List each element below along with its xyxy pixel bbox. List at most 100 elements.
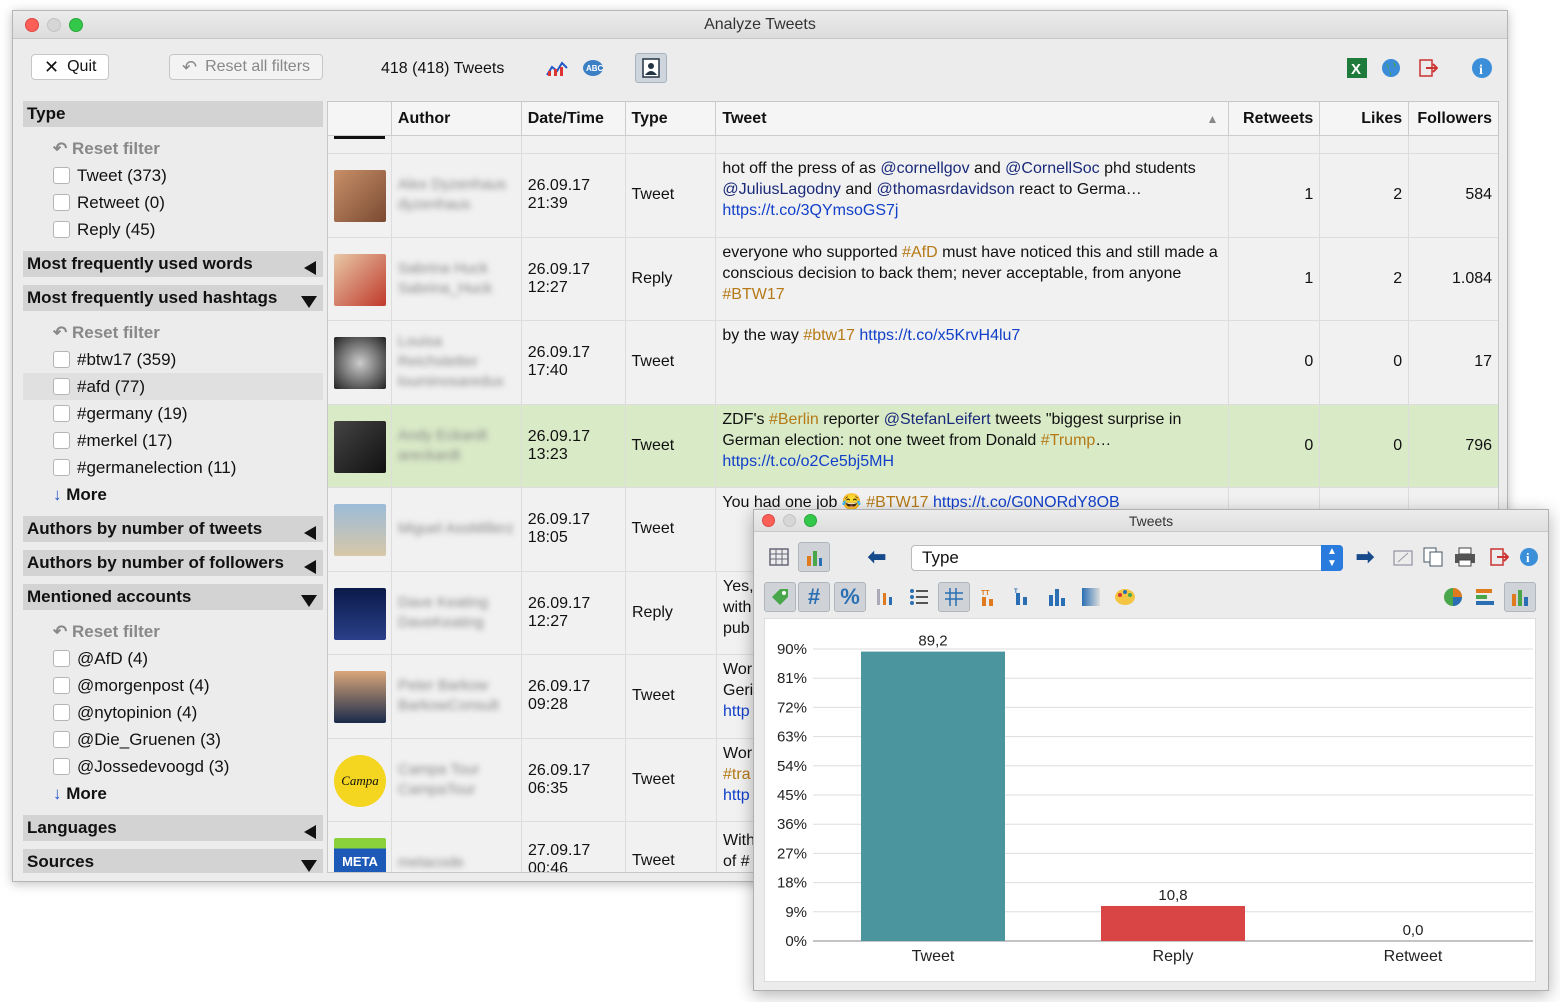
filter-item[interactable]: #btw17 (359) — [23, 346, 323, 373]
filter-item[interactable]: Reply (45) — [23, 216, 323, 243]
section-authors-followers-header[interactable]: Authors by number of followers — [23, 550, 323, 576]
axis-labels-icon[interactable]: T — [1010, 584, 1036, 610]
checkbox[interactable] — [53, 194, 70, 211]
counts-toggle-icon[interactable]: # — [798, 582, 830, 612]
column-header-type[interactable]: Type — [626, 102, 717, 135]
table-row[interactable]: Alex Dyzenhaus dyzenhaus 26.09.17 21:39 T… — [328, 154, 1498, 238]
column-header-datetime[interactable]: Date/Time — [522, 102, 626, 135]
zoom-window-button[interactable] — [69, 18, 83, 32]
reset-hashtags-filter[interactable]: ↶ Reset filter — [23, 319, 323, 346]
checkbox[interactable] — [53, 405, 70, 422]
column-header-followers[interactable]: Followers — [1409, 102, 1498, 135]
hashtag-link[interactable]: #btw17 — [803, 327, 855, 344]
checkbox[interactable] — [53, 432, 70, 449]
filter-item[interactable]: @Die_Gruenen (3) — [23, 726, 323, 753]
filter-item[interactable]: @nytopinion (4) — [23, 699, 323, 726]
filter-item[interactable]: #afd (77) — [23, 373, 323, 400]
percent-toggle-icon[interactable]: % — [834, 582, 866, 612]
table-view-icon[interactable] — [766, 544, 792, 570]
value-labels-icon[interactable]: TT — [976, 584, 1002, 610]
checkbox[interactable] — [53, 378, 70, 395]
info-icon[interactable]: i — [1516, 544, 1542, 570]
grid-toggle-icon[interactable] — [938, 582, 970, 612]
horizontal-bars-icon[interactable] — [1472, 584, 1498, 610]
checkbox[interactable] — [53, 704, 70, 721]
checkbox[interactable] — [53, 167, 70, 184]
export-icon[interactable] — [1486, 544, 1512, 570]
sort-bars-icon[interactable] — [872, 584, 898, 610]
hashtag-link[interactable]: #Berlin — [769, 411, 819, 428]
section-languages-header[interactable]: Languages — [23, 815, 323, 841]
export-icon[interactable] — [1416, 56, 1440, 80]
zoom-window-button[interactable] — [804, 514, 817, 527]
url-link[interactable]: https://t.co/o2Ce5bj5MH — [722, 453, 894, 470]
section-mentioned-header[interactable]: Mentioned accounts — [23, 584, 323, 610]
filter-item[interactable]: #merkel (17) — [23, 427, 323, 454]
more-hashtags-link[interactable]: ↓ More — [23, 481, 323, 508]
column-header-likes[interactable]: Likes — [1320, 102, 1410, 135]
checkbox[interactable] — [53, 459, 70, 476]
minimize-window-button[interactable] — [783, 514, 796, 527]
mention-link[interactable]: @JuliusLagodny — [722, 181, 841, 198]
copy-icon[interactable] — [1420, 544, 1446, 570]
filter-item[interactable]: #germany (19) — [23, 400, 323, 427]
hashtag-link[interactable]: #AfD — [902, 244, 938, 261]
wordcloud-icon[interactable]: ABC — [581, 56, 605, 80]
section-hashtags-header[interactable]: Most frequently used hashtags — [23, 285, 323, 311]
next-arrow-icon[interactable]: ➡ — [1352, 544, 1378, 570]
bar-chart-icon[interactable] — [1044, 584, 1070, 610]
variable-select[interactable]: Type ▲ ▼ — [911, 545, 1343, 571]
filter-item[interactable]: @AfD (4) — [23, 645, 323, 672]
pie-chart-icon[interactable] — [1440, 584, 1466, 610]
close-window-button[interactable] — [762, 514, 775, 527]
palette-icon[interactable] — [1112, 584, 1138, 610]
reset-mentioned-filter[interactable]: ↶ Reset filter — [23, 618, 323, 645]
filter-item[interactable]: #germanelection (11) — [23, 454, 323, 481]
filter-item[interactable]: @morgenpost (4) — [23, 672, 323, 699]
line-chart-icon[interactable] — [545, 56, 569, 80]
section-words-header[interactable]: Most frequently used words — [23, 251, 323, 277]
checkbox[interactable] — [53, 731, 70, 748]
reset-all-filters-button[interactable]: ↶ Reset all filters — [169, 54, 324, 80]
url-link[interactable]: https://t.co/3QYmsoGS7j — [722, 202, 898, 219]
checkbox[interactable] — [53, 351, 70, 368]
column-header-avatar[interactable] — [328, 102, 392, 135]
table-row-selected[interactable]: Andy Eckardt areckardt 26.09.17 13:23 Twe… — [328, 404, 1498, 488]
minimize-window-button[interactable] — [47, 18, 61, 32]
more-mentioned-link[interactable]: ↓ More — [23, 780, 323, 807]
section-sources-header[interactable]: Sources — [23, 849, 323, 873]
checkbox[interactable] — [53, 677, 70, 694]
table-row[interactable]: Sabrina Huck Sabrina_Huck 26.09.17 12:27 … — [328, 237, 1498, 321]
table-row[interactable]: Louisa Reichstetter louminosaredux 26.09… — [328, 321, 1498, 405]
hashtag-link[interactable]: #Trump — [1041, 432, 1096, 449]
close-window-button[interactable] — [25, 18, 39, 32]
checkbox[interactable] — [53, 758, 70, 775]
mention-link[interactable]: @thomasrdavidson — [877, 181, 1015, 198]
url-link[interactable]: http — [723, 787, 750, 804]
section-type-header[interactable]: Type — [23, 101, 323, 127]
labels-toggle-icon[interactable] — [764, 582, 796, 612]
column-header-tweet[interactable]: Tweet ▲ — [716, 102, 1230, 135]
mention-link[interactable]: @CornellSoc — [1005, 160, 1100, 177]
filter-item[interactable]: Retweet (0) — [23, 189, 323, 216]
excel-icon[interactable]: X — [1345, 56, 1369, 80]
gradient-icon[interactable] — [1078, 584, 1104, 610]
info-icon[interactable]: i — [1470, 56, 1494, 80]
quit-button[interactable]: ✕ Quit — [31, 54, 110, 80]
vertical-bars-icon[interactable] — [1504, 582, 1536, 612]
reset-type-filter[interactable]: ↶ Reset filter — [23, 135, 323, 162]
checkbox[interactable] — [53, 650, 70, 667]
column-header-author[interactable]: Author — [392, 102, 522, 135]
previous-arrow-icon[interactable]: ⬅ — [864, 544, 890, 570]
column-header-retweets[interactable]: Retweets — [1229, 102, 1321, 135]
globe-icon[interactable] — [1379, 56, 1403, 80]
hashtag-link[interactable]: #BTW17 — [722, 286, 784, 303]
list-icon[interactable] — [906, 584, 932, 610]
section-authors-tweets-header[interactable]: Authors by number of tweets — [23, 516, 323, 542]
mention-link[interactable]: @StefanLeifert — [884, 411, 991, 428]
filter-item[interactable]: @Jossedevoogd (3) — [23, 753, 323, 780]
author-view-toggle-icon[interactable] — [635, 53, 667, 83]
print-icon[interactable] — [1452, 544, 1478, 570]
filter-off-icon[interactable] — [1390, 544, 1416, 570]
url-link[interactable]: http — [723, 703, 750, 720]
